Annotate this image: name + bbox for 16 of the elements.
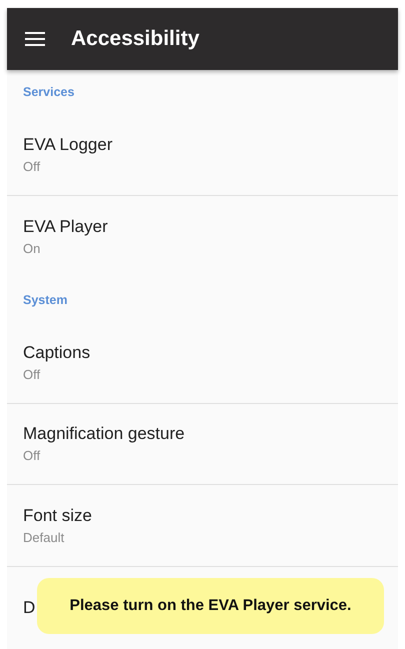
item-summary: Off	[23, 366, 40, 382]
section-header: Services	[22, 84, 76, 101]
item-title[interactable]: Font size	[23, 506, 92, 526]
item-summary: On	[23, 241, 40, 256]
item-title[interactable]: EVA Logger	[23, 134, 112, 155]
item-summary: Off	[23, 448, 40, 464]
item-title[interactable]: Magnification gesture	[23, 424, 185, 444]
screen-title: Accessibility	[71, 27, 200, 51]
item-title[interactable]: Captions	[23, 342, 90, 363]
item-summary: Off	[23, 158, 40, 174]
toast-message: Please turn on the EVA Player service.	[37, 578, 384, 634]
item-summary: Default	[23, 530, 64, 546]
menu-icon[interactable]	[25, 31, 45, 47]
item-title[interactable]: EVA Player	[23, 217, 108, 238]
item-title[interactable]: D	[23, 598, 36, 618]
section-header: System	[22, 292, 68, 309]
